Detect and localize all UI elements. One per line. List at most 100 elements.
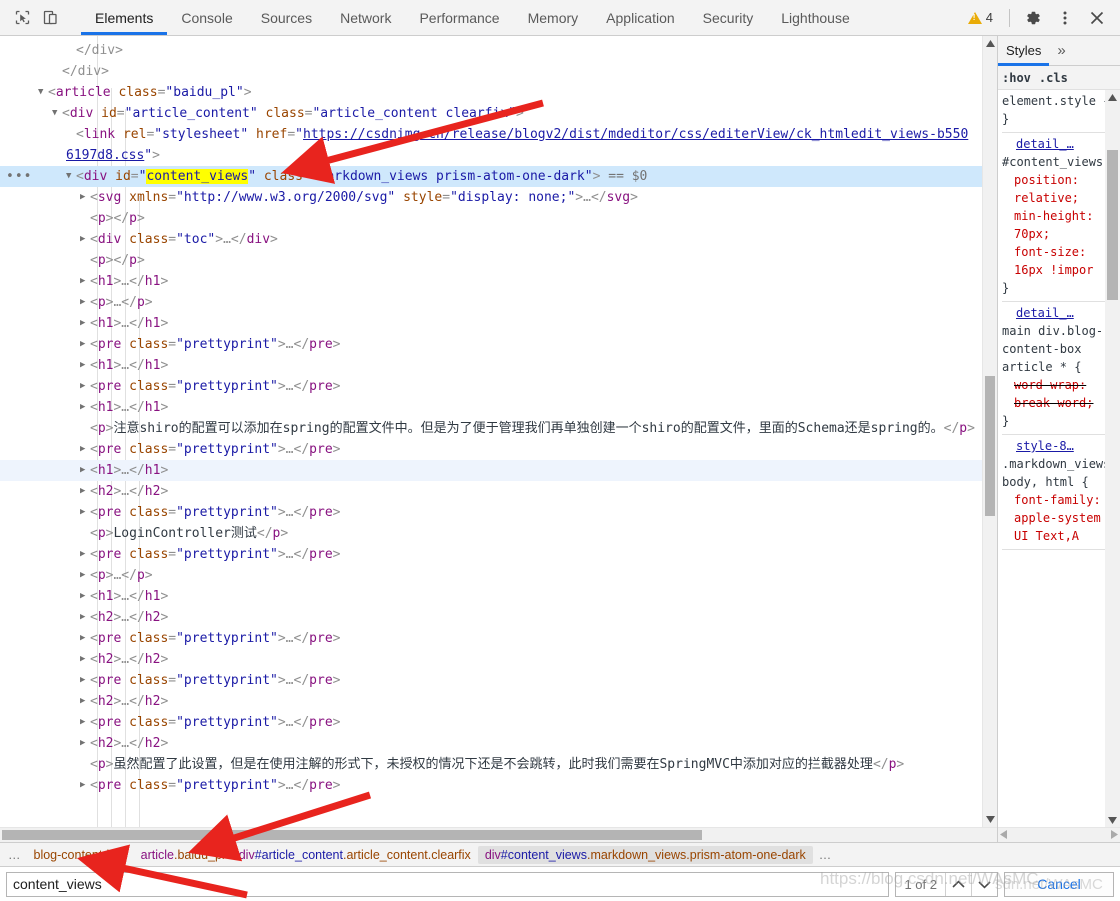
dom-node-row[interactable]: </div> (0, 40, 997, 61)
search-prev-button[interactable] (945, 872, 971, 896)
dom-tree-scroll-thumb[interactable] (985, 376, 995, 516)
expand-triangle-open-icon[interactable]: ▼ (66, 166, 76, 187)
expand-triangle-closed-icon[interactable]: ▶ (80, 229, 90, 250)
style-source-link[interactable]: detail_… (1016, 137, 1074, 151)
hover-state-button[interactable]: :hov (1002, 71, 1031, 85)
styles-vertical-scrollbar[interactable] (1105, 90, 1120, 827)
tab-network[interactable]: Network (326, 0, 405, 35)
expand-triangle-closed-icon[interactable]: ▶ (80, 460, 90, 481)
inspect-cursor-icon[interactable] (8, 4, 36, 32)
dom-node-row[interactable]: ▶ <svg xmlns="http://www.w3.org/2000/svg"… (0, 187, 997, 208)
dom-node-row[interactable]: ▶ <pre class="prettyprint">…</pre> (0, 775, 997, 796)
dom-node-row[interactable]: ▶ <h2>…</h2> (0, 733, 997, 754)
close-icon[interactable] (1082, 3, 1112, 33)
expand-triangle-closed-icon[interactable]: ▶ (80, 628, 90, 649)
dom-tree-scroll-area[interactable]: </div> </div> ▼ <article class="baidu_pl">… (0, 36, 997, 827)
style-rule-selector[interactable]: element.style { (1002, 92, 1120, 110)
style-property-value[interactable]: relative; (1014, 191, 1079, 205)
tab-console[interactable]: Console (167, 0, 246, 35)
dom-node-row[interactable]: ▶ <h1>…</h1> (0, 271, 997, 292)
style-source-link[interactable]: style-8… (1016, 439, 1074, 453)
dom-node-row[interactable]: ▶ <div class="toc">…</div> (0, 229, 997, 250)
scroll-up-arrow-icon[interactable] (983, 36, 997, 51)
dom-node-row[interactable]: ▶ <pre class="prettyprint">…</pre> (0, 334, 997, 355)
styles-hscroll-right-icon[interactable] (1109, 826, 1118, 842)
dom-node-row[interactable]: <p></p> (0, 250, 997, 271)
expand-triangle-closed-icon[interactable]: ▶ (80, 565, 90, 586)
expand-triangle-closed-icon[interactable]: ▶ (80, 502, 90, 523)
styles-scroll-thumb[interactable] (1107, 150, 1118, 300)
expand-triangle-closed-icon[interactable]: ▶ (80, 376, 90, 397)
dom-tree-horizontal-scrollbar[interactable] (0, 827, 997, 842)
style-rule-selector[interactable]: .markdown_views, body, html { (1002, 455, 1120, 491)
dom-node-row[interactable]: ▶ <h2>…</h2> (0, 607, 997, 628)
dom-node-row[interactable]: ▶ <pre class="prettyprint">…</pre> (0, 544, 997, 565)
breadcrumb-item-article[interactable]: article.baidu_pl (134, 846, 232, 864)
style-property-value[interactable]: break-word; (1014, 396, 1093, 410)
expand-triangle-closed-icon[interactable]: ▶ (80, 649, 90, 670)
gear-icon[interactable] (1018, 3, 1048, 33)
class-filter-button[interactable]: .cls (1039, 71, 1068, 85)
style-property[interactable]: min-height: 70px; (1002, 207, 1120, 243)
expand-triangle-closed-icon[interactable]: ▶ (80, 439, 90, 460)
tab-memory[interactable]: Memory (514, 0, 593, 35)
dom-node-row[interactable]: ▶ <h2>…</h2> (0, 649, 997, 670)
dom-node-row[interactable]: ▼ <article class="baidu_pl"> (0, 82, 997, 103)
node-overflow-dots[interactable]: ••• (6, 166, 32, 187)
dom-node-row[interactable]: ▶ <pre class="prettyprint">…</pre> (0, 376, 997, 397)
tab-performance[interactable]: Performance (405, 0, 513, 35)
dom-node-row[interactable]: ▶ <pre class="prettyprint">…</pre> (0, 628, 997, 649)
dom-tree-hscroll-thumb[interactable] (2, 830, 702, 840)
search-input[interactable] (6, 871, 890, 897)
tab-elements[interactable]: Elements (81, 0, 168, 35)
styles-hscroll-left-icon[interactable] (1000, 826, 1009, 842)
expand-triangle-closed-icon[interactable]: ▶ (80, 712, 90, 733)
expand-triangle-closed-icon[interactable]: ▶ (80, 292, 90, 313)
expand-triangle-closed-icon[interactable]: ▶ (80, 607, 90, 628)
expand-triangle-closed-icon[interactable]: ▶ (80, 397, 90, 418)
kebab-menu-icon[interactable] (1050, 3, 1080, 33)
breadcrumb-item-blog-content-box[interactable]: blog-content-box (27, 846, 134, 864)
tab-styles[interactable]: Styles (998, 36, 1050, 66)
styles-scroll-up-icon[interactable] (1105, 90, 1120, 104)
dom-node-row[interactable]: ▶ <h1>…</h1> (0, 397, 997, 418)
style-property-value[interactable]: 16px !impor (1014, 263, 1093, 277)
dom-node-row[interactable]: ▶ <pre class="prettyprint">…</pre> (0, 502, 997, 523)
dom-node-row[interactable]: ▶ <h1>…</h1> (0, 313, 997, 334)
expand-triangle-closed-icon[interactable]: ▶ (80, 544, 90, 565)
dom-tree-vertical-scrollbar[interactable] (982, 36, 997, 827)
styles-rules-list[interactable]: element.style {} detail_… #content_views {… (998, 90, 1120, 827)
tab-application[interactable]: Application (592, 0, 689, 35)
expand-triangle-closed-icon[interactable]: ▶ (80, 586, 90, 607)
chevron-double-right-icon[interactable]: » (1049, 36, 1073, 65)
expand-triangle-closed-icon[interactable]: ▶ (80, 334, 90, 355)
styles-horizontal-scrollbar[interactable] (998, 827, 1120, 842)
expand-triangle-closed-icon[interactable]: ▶ (80, 691, 90, 712)
breadcrumb-left-ellipsis[interactable]: … (2, 846, 27, 864)
search-next-button[interactable] (971, 872, 997, 896)
dom-node-row[interactable]: ▶ <pre class="prettyprint">…</pre> (0, 712, 997, 733)
dom-node-row[interactable]: <p></p> (0, 208, 997, 229)
expand-triangle-closed-icon[interactable]: ▶ (80, 271, 90, 292)
tab-security[interactable]: Security (689, 0, 768, 35)
dom-node-row[interactable]: <p>注意shiro的配置可以添加在spring的配置文件中。但是为了便于管理我… (0, 418, 997, 439)
breadcrumb-right-ellipsis[interactable]: … (813, 846, 838, 864)
cancel-button[interactable]: Cancel (1004, 871, 1114, 897)
warning-count-button[interactable]: 4 (960, 10, 1001, 25)
dom-node-row[interactable]: ▶ <p>…</p> (0, 565, 997, 586)
device-toolbar-icon[interactable] (36, 4, 64, 32)
breadcrumb-item-article-content[interactable]: div#article_content.article_content.clea… (232, 846, 478, 864)
dom-node-row[interactable]: ▼ <div id="article_content" class="articl… (0, 103, 997, 124)
dom-node-row[interactable]: ▶ <h1>…</h1> (0, 460, 997, 481)
style-property[interactable]: word-wrap: break-word; (1002, 376, 1120, 412)
style-property[interactable]: font-family: - apple-system UI Text,A (1002, 491, 1120, 545)
dom-node-row-selected[interactable]: ••• ▼ <div id="content_views" class="markd… (0, 166, 997, 187)
dom-node-row[interactable]: </div> (0, 61, 997, 82)
style-property[interactable]: position: relative; (1002, 171, 1120, 207)
expand-triangle-open-icon[interactable]: ▼ (52, 103, 62, 124)
expand-triangle-open-icon[interactable]: ▼ (38, 82, 48, 103)
expand-triangle-closed-icon[interactable]: ▶ (80, 775, 90, 796)
dom-node-row[interactable]: ▶ <h2>…</h2> (0, 481, 997, 502)
dom-node-row[interactable]: ▶ <pre class="prettyprint">…</pre> (0, 670, 997, 691)
style-source-link[interactable]: detail_… (1016, 306, 1074, 320)
